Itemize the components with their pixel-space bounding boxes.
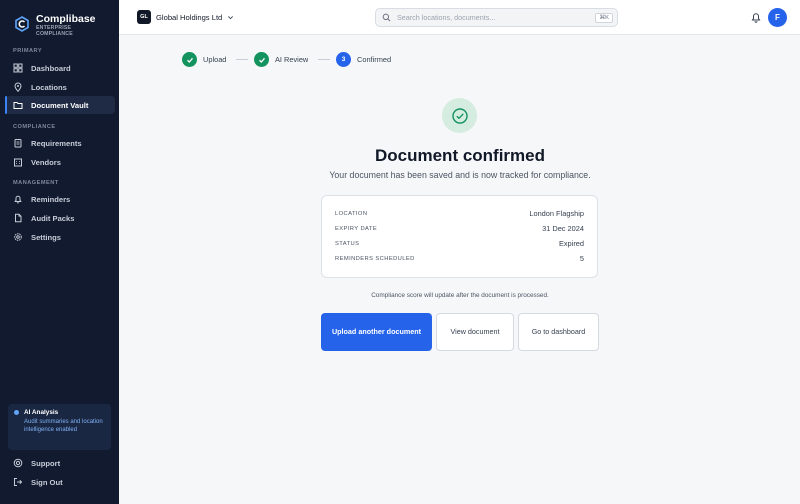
status-dot-icon [14,410,19,415]
detail-row-status: STATUS Expired [335,239,584,248]
avatar[interactable]: F [768,8,787,27]
sidebar-item-label: Dashboard [31,63,71,73]
sidebar: Complibase ENTERPRISE COMPLIANCE PRIMARY… [0,0,119,504]
building-icon [13,157,23,167]
detail-row-reminders-scheduled: REMINDERS SCHEDULED 5 [335,254,584,263]
brand-name: Complibase [36,13,96,25]
sidebar-item-sign-out[interactable]: Sign Out [5,473,115,491]
sidebar-item-label: Requirements [31,138,82,148]
search-input[interactable]: Search locations, documents... ⌘K [375,8,618,27]
sidebar-item-label: Settings [31,232,61,242]
brand-tagline-line2: COMPLIANCE [36,31,73,37]
sidebar-item-reminders[interactable]: Reminders [5,190,115,208]
section-label-compliance: COMPLIANCE [13,124,56,130]
step-complete-icon [254,52,269,67]
detail-value: Expired [558,239,584,248]
topbar: GL Global Holdings Ltd Search locations,… [119,0,800,35]
detail-key: LOCATION [335,210,368,217]
search-shortcut: ⌘K [595,12,613,23]
ai-card-text: Audit summaries and location intelligenc… [24,419,103,433]
upload-another-button[interactable]: Upload another document [321,313,432,351]
active-indicator [5,96,7,114]
sidebar-item-vendors[interactable]: Vendors [5,153,115,171]
detail-row-location: LOCATION London Flagship [335,209,584,218]
help-icon [13,458,23,468]
sidebar-item-support[interactable]: Support [5,454,115,472]
go-to-dashboard-button[interactable]: Go to dashboard [518,313,599,351]
compliance-note: Compliance score will update after the d… [371,292,549,299]
ai-card-title: AI Analysis [24,409,59,416]
document-details-card: LOCATION London Flagship EXPIRY DATE 31 … [321,195,598,278]
file-icon [13,213,23,223]
brand[interactable]: Complibase ENTERPRISE COMPLIANCE [14,13,96,37]
sidebar-item-label: Reminders [31,194,71,204]
detail-value: London Flagship [529,209,584,218]
sidebar-item-label: Vendors [31,157,61,167]
org-switcher[interactable]: GL Global Holdings Ltd [137,10,234,24]
sidebar-item-document-vault[interactable]: Document Vault [5,96,115,114]
sign-out-icon [13,477,23,487]
sidebar-item-requirements[interactable]: Requirements [5,134,115,152]
chevron-down-icon [228,15,234,19]
detail-key: REMINDERS SCHEDULED [335,255,415,262]
sidebar-item-dashboard[interactable]: Dashboard [5,59,115,77]
grid-icon [13,63,23,73]
search-icon [382,13,391,22]
org-badge: GL [137,10,151,24]
detail-key: EXPIRY DATE [335,225,378,232]
detail-value: 31 Dec 2024 [542,224,584,233]
clipboard-icon [13,138,23,148]
detail-value: 5 [579,254,584,263]
ai-analysis-card: AI Analysis Audit summaries and location… [8,404,111,450]
folder-icon [13,100,23,110]
notifications-bell-icon[interactable] [751,12,761,23]
section-label-management: MANAGEMENT [13,180,59,186]
page-title: Document confirmed [374,146,546,165]
map-pin-icon [13,82,23,92]
step-label: Confirmed [357,55,392,64]
page-subtitle: Your document has been saved and is now … [329,170,591,180]
search-placeholder: Search locations, documents... [397,13,496,22]
gear-icon [13,232,23,242]
step-connector [236,59,248,60]
step-ai-review: AI Review [254,52,308,67]
view-document-button[interactable]: View document [436,313,514,351]
detail-key: STATUS [335,240,360,247]
sidebar-item-label: Document Vault [31,100,89,110]
sidebar-item-label: Audit Packs [31,213,75,223]
step-complete-icon [182,52,197,67]
sidebar-item-label: Sign Out [31,477,63,487]
step-connector [318,59,330,60]
complibase-logo-icon [15,16,29,32]
bell-icon [13,194,23,204]
sidebar-item-locations[interactable]: Locations [5,78,115,96]
step-upload: Upload [182,52,226,67]
step-number: 3 [336,52,351,67]
section-label-primary: PRIMARY [13,48,43,54]
org-name: Global Holdings Ltd [156,12,223,22]
sidebar-item-label: Locations [31,82,67,92]
sidebar-item-audit-packs[interactable]: Audit Packs [5,209,115,227]
sidebar-item-label: Support [31,458,61,468]
sidebar-item-settings[interactable]: Settings [5,228,115,246]
step-confirmed: 3 Confirmed [336,52,391,67]
step-label: Upload [203,55,227,64]
step-label: AI Review [275,55,309,64]
success-check-icon [442,98,477,133]
detail-row-expiry-date: EXPIRY DATE 31 Dec 2024 [335,224,584,233]
ai-card-header: AI Analysis [14,409,105,416]
